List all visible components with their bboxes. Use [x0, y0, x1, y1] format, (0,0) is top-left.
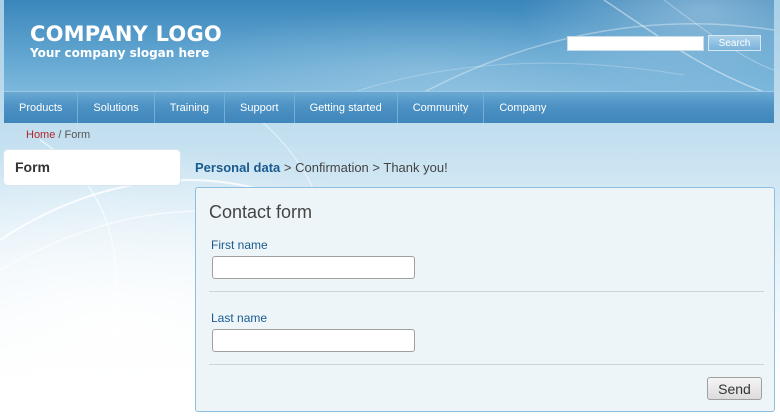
nav-item-support[interactable]: Support [225, 92, 295, 123]
company-logo[interactable]: COMPANY LOGO [30, 22, 222, 46]
form-title: Contact form [209, 202, 313, 222]
search-input[interactable] [567, 36, 704, 51]
step-confirmation: Confirmation [295, 160, 369, 175]
sidebar-title: Form [15, 159, 50, 175]
first-name-input[interactable] [212, 256, 415, 279]
sidebar-panel: Form [4, 150, 180, 185]
breadcrumb-home-link[interactable]: Home [26, 129, 55, 141]
nav-item-community[interactable]: Community [398, 92, 485, 123]
site-header: COMPANY LOGO Your company slogan here Se… [4, 0, 774, 92]
company-slogan: Your company slogan here [30, 46, 210, 60]
nav-item-solutions[interactable]: Solutions [78, 92, 155, 123]
main-nav: Products Solutions Training Support Gett… [4, 91, 774, 123]
nav-item-products[interactable]: Products [4, 92, 79, 123]
step-separator: > [280, 160, 296, 175]
breadcrumb: Home / Form [26, 129, 90, 141]
form-divider [209, 291, 764, 292]
form-divider [209, 364, 764, 365]
nav-item-training[interactable]: Training [155, 92, 226, 123]
step-separator: > [368, 160, 384, 175]
step-thank-you: Thank you! [383, 160, 448, 175]
last-name-label: Last name [211, 311, 268, 325]
contact-form-panel: Contact form First name Last name Send [195, 187, 775, 412]
search-button[interactable]: Search [708, 35, 761, 51]
last-name-input[interactable] [212, 329, 415, 352]
nav-item-getting-started[interactable]: Getting started [295, 92, 398, 123]
form-steps: Personal data > Confirmation > Thank you… [195, 160, 448, 175]
nav-item-company[interactable]: Company [484, 92, 561, 123]
breadcrumb-separator: / [55, 129, 65, 141]
send-button[interactable]: Send [707, 377, 762, 400]
breadcrumb-current: Form [64, 129, 91, 141]
first-name-label: First name [211, 238, 268, 252]
step-personal-data: Personal data [195, 160, 281, 175]
